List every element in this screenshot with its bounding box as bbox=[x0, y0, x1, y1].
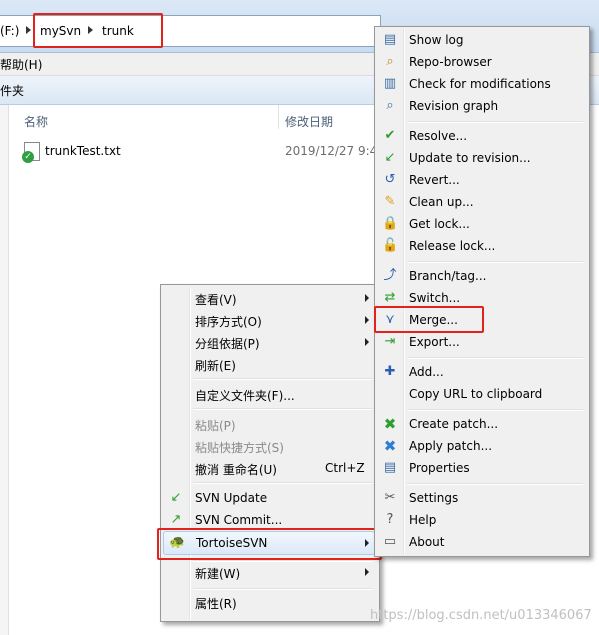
menu-item-about[interactable]: ▭ About bbox=[377, 531, 585, 553]
column-name[interactable]: 名称 bbox=[24, 113, 48, 130]
menu-item-release-lock[interactable]: 🔓 Release lock... bbox=[377, 235, 585, 257]
menu-item-customize-folder[interactable]: 自定义文件夹(F)... bbox=[163, 383, 375, 405]
svn-update-icon: ↙ bbox=[170, 490, 182, 505]
menu-item-apply-patch[interactable]: ✖ Apply patch... bbox=[377, 435, 585, 457]
menu-item-resolve[interactable]: ✔ Resolve... bbox=[377, 125, 585, 147]
drive-crumb[interactable]: (F:) bbox=[0, 24, 19, 38]
crumb-arrow-icon[interactable] bbox=[26, 26, 31, 34]
menu-item-group[interactable]: 分组依据(P) bbox=[163, 331, 375, 353]
menu-item-show-log[interactable]: ▤ Show log bbox=[377, 29, 585, 51]
menu-item-add[interactable]: ✚ Add... bbox=[377, 361, 585, 383]
separator bbox=[193, 482, 373, 484]
menu-item-clean-up[interactable]: ✎ Clean up... bbox=[377, 191, 585, 213]
settings-icon: ✂ bbox=[384, 490, 396, 505]
update-revision-icon: ↙ bbox=[384, 150, 396, 165]
separator bbox=[193, 378, 373, 380]
submenu-arrow-icon bbox=[365, 316, 369, 324]
shortcut-text: Ctrl+Z bbox=[325, 461, 365, 475]
highlight-box-tortoisesvn bbox=[157, 528, 382, 560]
switch-icon: ⇄ bbox=[384, 290, 396, 305]
apply-patch-icon: ✖ bbox=[383, 437, 397, 455]
properties-icon: ▤ bbox=[383, 460, 397, 475]
revision-graph-icon: ⌕ bbox=[386, 98, 394, 113]
svn-commit-icon: ↗ bbox=[170, 512, 182, 527]
highlight-box-breadcrumb bbox=[33, 13, 163, 48]
repo-browser-icon: ⌕ bbox=[386, 54, 394, 69]
log-icon: ▤ bbox=[383, 32, 397, 47]
separator bbox=[407, 121, 583, 123]
menu-item-revision-graph[interactable]: ⌕ Revision graph bbox=[377, 95, 585, 117]
separator bbox=[193, 588, 373, 590]
clean-up-icon: ✎ bbox=[384, 194, 396, 209]
create-patch-icon: ✖ bbox=[383, 415, 397, 433]
separator bbox=[407, 409, 583, 411]
menu-item-help[interactable]: ? Help bbox=[377, 509, 585, 531]
menu-item-paste[interactable]: 粘贴(P) bbox=[163, 413, 375, 435]
check-modifications-icon: ▥ bbox=[383, 76, 397, 91]
resolve-icon: ✔ bbox=[384, 128, 396, 143]
menu-item-copy-url[interactable]: Copy URL to clipboard bbox=[377, 383, 585, 405]
help-icon: ? bbox=[386, 512, 394, 527]
column-date[interactable]: 修改日期 bbox=[285, 113, 333, 130]
menu-item-update-to-revision[interactable]: ↙ Update to revision... bbox=[377, 147, 585, 169]
lock-icon: 🔒 bbox=[382, 216, 399, 231]
submenu-arrow-icon bbox=[365, 294, 369, 302]
menu-item-undo-rename[interactable]: 撤消 重命名(U) Ctrl+Z bbox=[163, 457, 375, 479]
menu-item-repo-browser[interactable]: ⌕ Repo-browser bbox=[377, 51, 585, 73]
unlock-icon: 🔓 bbox=[382, 238, 399, 253]
separator bbox=[193, 408, 373, 410]
menu-item-settings[interactable]: ✂ Settings bbox=[377, 487, 585, 509]
menu-item-get-lock[interactable]: 🔒 Get lock... bbox=[377, 213, 585, 235]
menu-item-revert[interactable]: ↺ Revert... bbox=[377, 169, 585, 191]
menu-item-properties[interactable]: 属性(R) bbox=[163, 591, 375, 613]
menu-item-paste-shortcut[interactable]: 粘贴快捷方式(S) bbox=[163, 435, 375, 457]
file-name: trunkTest.txt bbox=[45, 144, 121, 158]
watermark-text: https://blog.csdn.net/u013346067 bbox=[370, 608, 592, 623]
menu-item-properties-svn[interactable]: ▤ Properties bbox=[377, 457, 585, 479]
menu-item-export[interactable]: ⇥ Export... bbox=[377, 331, 585, 353]
tortoisesvn-submenu: ▤ Show log ⌕ Repo-browser ▥ Check for mo… bbox=[374, 26, 590, 557]
svn-file-icon: ✓ bbox=[22, 142, 40, 163]
toolbar-folder-label[interactable]: 件夹 bbox=[0, 82, 24, 99]
separator bbox=[407, 483, 583, 485]
about-icon: ▭ bbox=[383, 534, 397, 549]
export-icon: ⇥ bbox=[384, 334, 396, 349]
column-divider[interactable] bbox=[278, 105, 279, 129]
branch-tag-icon: ⤴ bbox=[383, 268, 397, 283]
menu-item-new[interactable]: 新建(W) bbox=[163, 561, 375, 583]
file-date: 2019/12/27 9:4 bbox=[285, 144, 378, 158]
separator bbox=[407, 261, 583, 263]
menu-item-sort[interactable]: 排序方式(O) bbox=[163, 309, 375, 331]
menu-help[interactable]: 帮助(H) bbox=[0, 56, 42, 73]
navigation-pane[interactable] bbox=[0, 105, 9, 635]
menu-item-refresh[interactable]: 刷新(E) bbox=[163, 353, 375, 375]
separator bbox=[407, 357, 583, 359]
revert-icon: ↺ bbox=[384, 172, 396, 187]
menu-item-view[interactable]: 查看(V) bbox=[163, 287, 375, 309]
menu-item-create-patch[interactable]: ✖ Create patch... bbox=[377, 413, 585, 435]
highlight-box-merge bbox=[374, 306, 484, 333]
submenu-arrow-icon bbox=[365, 568, 369, 576]
submenu-arrow-icon bbox=[365, 338, 369, 346]
menu-item-check-modifications[interactable]: ▥ Check for modifications bbox=[377, 73, 585, 95]
add-icon: ✚ bbox=[384, 364, 396, 379]
menu-item-branch-tag[interactable]: ⤴ Branch/tag... bbox=[377, 265, 585, 287]
explorer-context-menu: 查看(V) 排序方式(O) 分组依据(P) 刷新(E) 自定义文件夹(F)...… bbox=[160, 284, 380, 622]
menu-item-svn-update[interactable]: ↙ SVN Update bbox=[163, 487, 375, 509]
